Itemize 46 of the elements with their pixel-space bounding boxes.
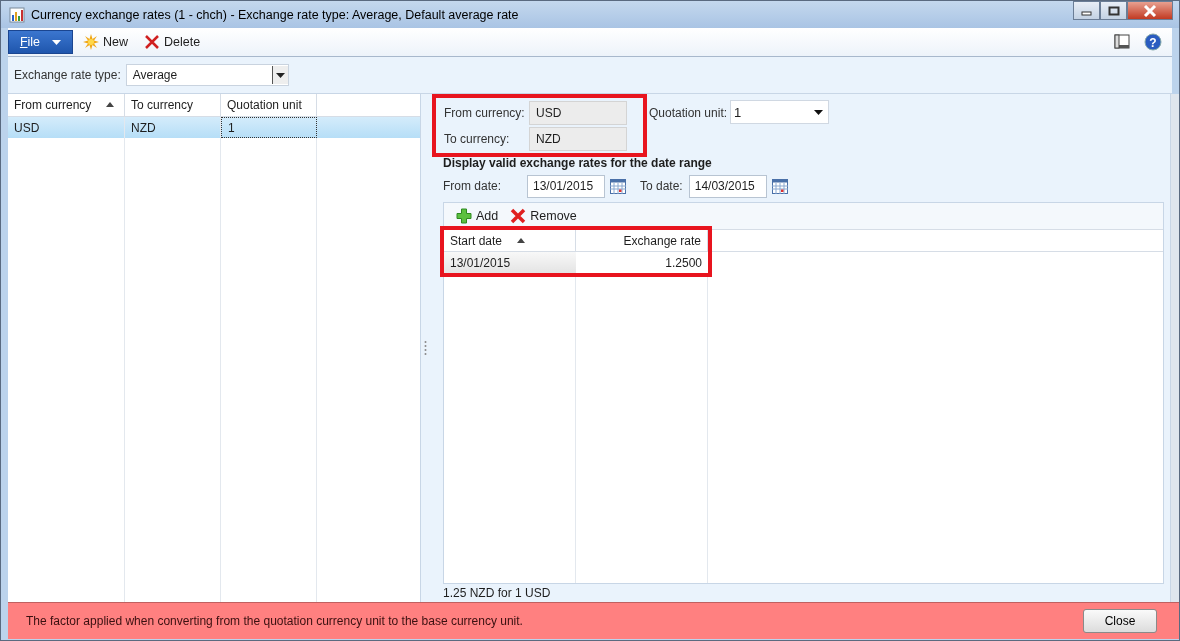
window-title: Currency exchange rates (1 - chch) - Exchange rate type: Average, Default average rate bbox=[31, 7, 519, 22]
help-icon[interactable]: ? bbox=[1144, 33, 1162, 51]
column-header[interactable]: Start date bbox=[444, 230, 576, 251]
section-heading: Display valid exchange rates for the date range bbox=[443, 156, 713, 172]
exchange-rate-type-label: Exchange rate type: bbox=[14, 68, 121, 82]
table-cell: 1 bbox=[221, 117, 317, 138]
from-currency-label: From currency: bbox=[444, 105, 526, 120]
to-date-field[interactable]: 14/03/2015 bbox=[688, 174, 767, 198]
from-date-field[interactable]: 13/01/2015 bbox=[527, 174, 605, 198]
from-currency-field: USD bbox=[529, 100, 627, 125]
table-cell: 13/01/2015 bbox=[444, 252, 576, 273]
rate-summary: 1.25 NZD for 1 USD bbox=[443, 585, 552, 602]
calendar-icon[interactable] bbox=[610, 178, 626, 194]
close-button[interactable] bbox=[1127, 1, 1173, 20]
status-message: The factor applied when converting from the quotation currency unit to the base currency unit. bbox=[26, 614, 524, 628]
quotation-unit-dropdown[interactable]: 1 bbox=[730, 100, 830, 124]
caret-icon bbox=[52, 39, 62, 45]
table-cell: USD bbox=[8, 117, 125, 138]
to-currency-field: NZD bbox=[529, 126, 627, 151]
caret-icon bbox=[275, 72, 285, 78]
file-menu[interactable]: File bbox=[8, 30, 73, 54]
exchange-rate-type-dropdown[interactable]: Average bbox=[125, 64, 289, 86]
layout-icon[interactable] bbox=[1114, 34, 1130, 50]
minimize-button[interactable] bbox=[1073, 1, 1100, 20]
to-currency-label: To currency: bbox=[444, 131, 511, 146]
chart-icon bbox=[9, 6, 25, 23]
close-icon bbox=[1143, 4, 1157, 17]
new-button[interactable]: New bbox=[77, 30, 134, 54]
delete-button[interactable]: Delete bbox=[138, 30, 207, 54]
cross-icon bbox=[144, 34, 160, 50]
quotation-unit-label: Quotation unit: bbox=[649, 106, 728, 120]
from-date-label: From date: bbox=[443, 179, 503, 193]
to-date-label: To date: bbox=[640, 179, 683, 193]
add-button[interactable]: Add bbox=[450, 204, 505, 228]
calendar-icon[interactable] bbox=[771, 178, 788, 194]
sun-icon bbox=[83, 34, 99, 50]
close-button[interactable]: Close bbox=[1083, 609, 1157, 633]
table-cell: NZD bbox=[125, 117, 221, 138]
column-header[interactable]: Exchange rate bbox=[576, 230, 708, 251]
remove-button[interactable]: Remove bbox=[504, 204, 583, 228]
plus-icon bbox=[456, 208, 472, 224]
maximize-icon bbox=[1107, 5, 1120, 16]
splitter-handle[interactable] bbox=[423, 340, 427, 356]
maximize-button[interactable] bbox=[1100, 1, 1127, 20]
caret-icon bbox=[814, 109, 824, 115]
cross-icon bbox=[510, 208, 527, 224]
